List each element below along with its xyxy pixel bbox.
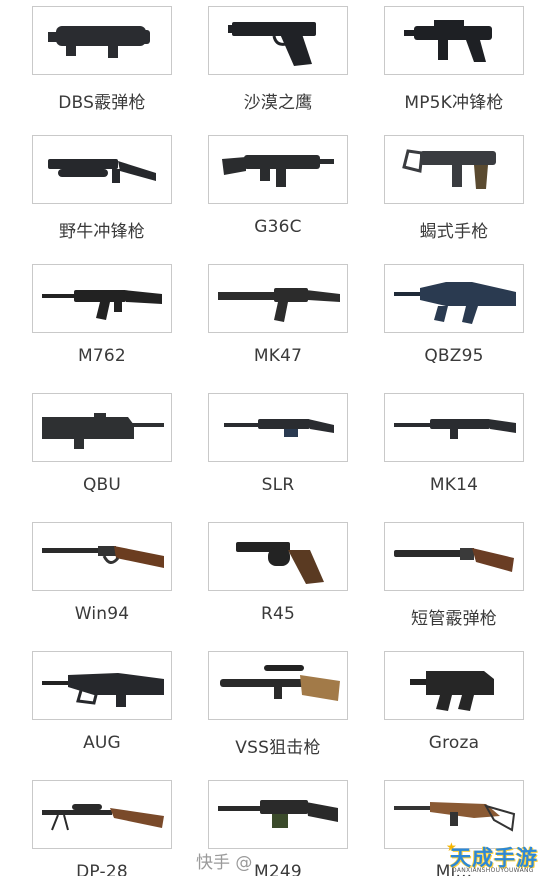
weapon-name: AUG — [83, 733, 121, 753]
weapon-card[interactable]: QBU — [32, 393, 172, 513]
carbine-icon — [222, 154, 334, 187]
pistol-icon — [228, 21, 316, 66]
lmg-box-icon — [218, 799, 338, 828]
lmg-bipod-icon — [42, 803, 164, 830]
marksman-rifle-icon — [394, 418, 516, 439]
weapon-card[interactable]: VSS狙击枪 — [208, 651, 348, 771]
assault-rifle-icon — [42, 289, 162, 320]
weapon-card[interactable]: Win94 — [32, 522, 172, 642]
weapon-image-frame — [208, 651, 348, 720]
weapon-card[interactable]: MK47 — [208, 264, 348, 384]
brand-watermark: ★ 天成手游网 DANXIANSHOUYOUWANG — [446, 840, 552, 876]
weapon-image-frame — [384, 6, 524, 75]
carbine-wood-icon — [394, 801, 516, 832]
weapon-card[interactable]: 野牛冲锋枪 — [32, 135, 172, 255]
machine-pistol-icon — [402, 148, 496, 189]
weapon-image-frame — [384, 780, 524, 849]
weapon-name: G36C — [254, 217, 302, 237]
weapon-name: Win94 — [74, 604, 130, 624]
weapon-image-frame — [208, 264, 348, 333]
weapon-image-frame — [208, 393, 348, 462]
weapon-image-frame — [32, 393, 172, 462]
weapon-image-frame — [208, 780, 348, 849]
lever-rifle-icon — [42, 545, 164, 568]
weapon-card[interactable]: QBZ95 — [384, 264, 524, 384]
weapon-name: QBZ95 — [424, 346, 484, 366]
weapon-name: DP-28 — [76, 862, 128, 876]
scoped-sniper-icon — [220, 664, 340, 701]
weapon-card[interactable]: 短管霰弹枪 — [384, 522, 524, 642]
weapon-name: MK47 — [253, 346, 303, 366]
groza-rifle-icon — [410, 670, 494, 711]
bullpup-rifle-icon — [394, 281, 516, 324]
weapon-card[interactable]: SLR — [208, 393, 348, 513]
smg-folding-stock-icon — [48, 158, 156, 183]
weapon-card[interactable]: DBS霰弹枪 — [32, 6, 172, 126]
watermark-left: 快手 @ — [196, 853, 253, 873]
weapon-name: Groza — [428, 733, 480, 753]
sawed-off-icon — [394, 547, 514, 572]
weapon-card[interactable]: G36C — [208, 135, 348, 255]
weapon-image-frame — [384, 393, 524, 462]
weapon-name: MP5K冲锋枪 — [404, 93, 504, 113]
weapon-name: 短管霰弹枪 — [411, 609, 497, 629]
battle-rifle-icon — [224, 418, 334, 437]
weapon-image-frame — [384, 135, 524, 204]
weapon-card[interactable]: Groza — [384, 651, 524, 771]
weapon-image-frame — [208, 522, 348, 591]
shotgun-bullpup-icon — [48, 25, 150, 58]
weapon-card[interactable]: R45 — [208, 522, 348, 642]
weapon-image-frame — [208, 6, 348, 75]
weapon-name: 蝎式手枪 — [419, 222, 489, 242]
brand-subtitle: DANXIANSHOUYOUWANG — [452, 867, 534, 874]
weapon-grid: DBS霰弹枪 沙漠之鹰 MP5K冲锋枪 野牛冲锋枪 G36C 蝎式手枪 M762… — [0, 0, 556, 876]
weapon-card[interactable]: MP5K冲锋枪 — [384, 6, 524, 126]
weapon-name: SLR — [261, 475, 295, 495]
weapon-image-frame — [32, 6, 172, 75]
weapon-name: VSS狙击枪 — [235, 738, 321, 758]
weapon-name: 野牛冲锋枪 — [59, 222, 145, 242]
weapon-name: 沙漠之鹰 — [243, 93, 313, 113]
aug-rifle-icon — [42, 672, 164, 707]
weapon-image-frame — [32, 522, 172, 591]
weapon-card[interactable]: DP-28 — [32, 780, 172, 876]
weapon-card[interactable]: 蝎式手枪 — [384, 135, 524, 255]
weapon-image-frame — [384, 522, 524, 591]
weapon-image-frame — [208, 135, 348, 204]
weapon-card[interactable]: 沙漠之鹰 — [208, 6, 348, 126]
weapon-image-frame — [32, 264, 172, 333]
weapon-card[interactable]: M762 — [32, 264, 172, 384]
weapon-image-frame — [384, 651, 524, 720]
weapon-name: MK14 — [429, 475, 479, 495]
weapon-name: QBU — [82, 475, 122, 495]
weapon-name: DBS霰弹枪 — [58, 93, 146, 113]
weapon-name: M762 — [78, 346, 126, 366]
revolver-icon — [236, 541, 324, 584]
weapon-image-frame — [32, 780, 172, 849]
bullpup-dmr-icon — [42, 412, 164, 449]
rifle-mutant-icon — [218, 287, 340, 322]
weapon-name: R45 — [260, 604, 296, 624]
weapon-image-frame — [32, 135, 172, 204]
weapon-image-frame — [32, 651, 172, 720]
weapon-card[interactable]: MK14 — [384, 393, 524, 513]
weapon-card[interactable]: AUG — [32, 651, 172, 771]
weapon-image-frame — [384, 264, 524, 333]
smg-compact-icon — [404, 19, 492, 62]
